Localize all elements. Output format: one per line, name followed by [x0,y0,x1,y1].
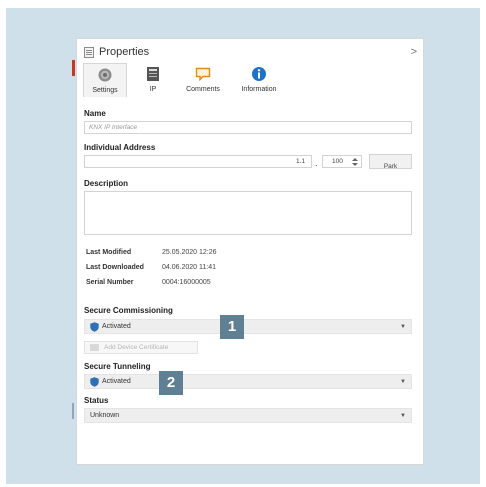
chevron-down-icon: ▼ [400,378,406,385]
secure-tunneling-label: Secure Tunneling [84,362,151,371]
info-value: 25.05.2020 12:26 [162,249,217,256]
tab-settings-label: Settings [92,87,118,94]
certificate-icon [90,344,99,351]
add-certificate-label: Add Device Certificate [104,344,169,351]
address-prefix-field: 1.1 [84,155,312,168]
info-icon [252,67,266,81]
info-key: Last Modified [86,249,132,256]
individual-address-label: Individual Address [84,143,156,152]
tab-information-label: Information [241,86,277,93]
address-prefix: 1.1 [295,158,305,165]
focus-indicator [72,403,74,419]
tab-bar: Settings IP Comments Information [83,63,285,99]
park-button-label: Park [383,163,398,170]
secure-commissioning-label: Secure Commissioning [84,306,173,315]
address-separator: . [315,158,318,168]
secure-tunneling-value: Activated [102,378,131,385]
info-value: 0004:16000005 [162,279,211,286]
status-label: Status [84,396,109,405]
description-label: Description [84,179,129,188]
status-value: Unknown [90,412,120,419]
info-row-last-downloaded: Last Downloaded 04.06.2020 11:41 [86,264,216,271]
secure-commissioning-value: Activated [102,323,131,330]
tab-comments[interactable]: Comments [177,63,229,97]
selection-indicator [72,60,75,76]
gear-icon [98,68,112,82]
shield-icon [90,321,99,332]
info-value: 04.06.2020 11:41 [162,264,216,271]
chevron-down-icon: ▼ [400,323,406,330]
panel-header: Properties > [84,44,417,60]
tab-settings[interactable]: Settings [83,63,127,97]
address-value: 100 [332,158,343,165]
panel-title: Properties [99,46,150,58]
tab-ip[interactable]: IP [135,63,171,97]
ip-icon [147,67,159,81]
park-button[interactable]: Park [369,154,412,170]
info-key: Serial Number [86,279,134,286]
address-stepper[interactable]: 100 [322,155,362,168]
name-label: Name [84,109,106,118]
secure-commissioning-select[interactable]: Activated ▼ [84,319,412,334]
description-field[interactable] [84,191,412,235]
secure-tunneling-select[interactable]: Activated ▼ [84,374,412,389]
properties-icon [84,46,94,58]
info-key: Last Downloaded [86,264,144,271]
tab-information[interactable]: Information [233,63,285,97]
callout-badge-2: 2 [159,371,183,395]
info-row-last-modified: Last Modified 25.05.2020 12:26 [86,249,217,256]
properties-panel: Properties > Settings IP Comments Inform… [76,38,424,465]
status-select[interactable]: Unknown ▼ [84,408,412,423]
shield-icon [90,376,99,387]
callout-badge-1: 1 [220,315,244,339]
chevron-down-icon: ▼ [400,412,406,419]
name-field[interactable]: KNX IP Interface [84,121,412,134]
name-placeholder: KNX IP Interface [89,124,138,131]
collapse-button[interactable]: > [411,46,417,58]
info-row-serial-number: Serial Number 0004:16000005 [86,279,211,286]
comment-icon [195,67,211,82]
stepper-arrows-icon[interactable] [352,158,358,166]
add-device-certificate-button[interactable]: Add Device Certificate [84,341,198,354]
tab-ip-label: IP [149,86,157,93]
tab-comments-label: Comments [186,86,220,93]
